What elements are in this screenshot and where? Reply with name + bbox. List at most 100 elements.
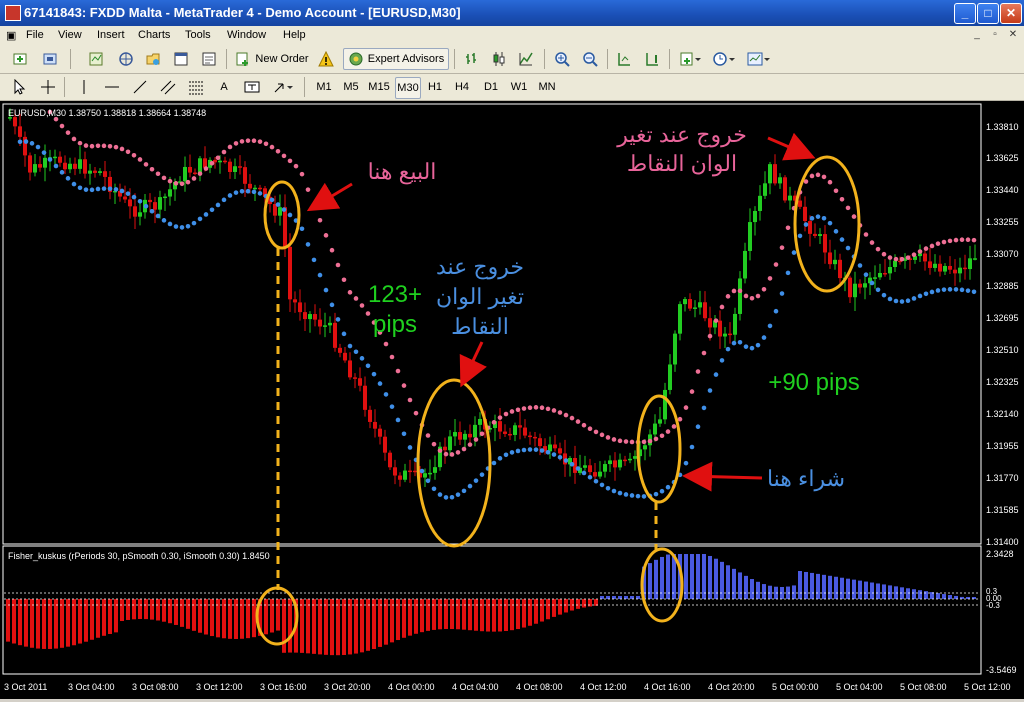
text-label-icon[interactable] [242, 77, 262, 97]
text-tool[interactable]: A [214, 77, 234, 97]
zoom-out-icon[interactable] [580, 49, 600, 69]
templates-icon[interactable] [744, 49, 774, 69]
candle-body [643, 445, 647, 450]
equidistant-channel-icon[interactable] [158, 77, 178, 97]
candle-body [808, 221, 812, 234]
indicator-dot [779, 291, 785, 296]
candle-body [758, 195, 762, 211]
expert-advisors-button[interactable]: Expert Advisors [343, 48, 449, 70]
histogram-bar [288, 599, 292, 653]
data-window-icon[interactable] [116, 49, 136, 69]
candle-body [458, 432, 462, 440]
histogram-bar [126, 599, 130, 620]
candle-body [433, 467, 437, 473]
menu-help[interactable]: Help [283, 29, 306, 41]
indicator-dot [845, 245, 851, 251]
menu-file[interactable]: File [26, 29, 44, 41]
histogram-bar [198, 599, 202, 633]
menu-view[interactable]: View [58, 29, 82, 41]
time-label: 3 Oct 04:00 [68, 682, 115, 692]
crosshair-icon[interactable] [38, 77, 58, 97]
timeframe-m5[interactable]: M5 [339, 77, 363, 97]
indicator-dot [947, 287, 953, 292]
new-chart-icon[interactable] [8, 49, 34, 69]
terminal-icon[interactable] [171, 49, 191, 69]
candlestick-chart-icon[interactable] [489, 49, 509, 69]
candle-body [893, 260, 897, 268]
indicator-dot [737, 288, 743, 294]
indicator-dot [281, 207, 287, 212]
maximize-button[interactable]: □ [977, 3, 999, 24]
timeframe-mn[interactable]: MN [535, 77, 559, 97]
indicator-dot [761, 286, 767, 292]
vertical-line-icon[interactable] [74, 77, 94, 97]
doc-close-button[interactable]: ✕ [1006, 28, 1020, 41]
autoscroll-icon[interactable] [642, 49, 662, 69]
periods-icon[interactable] [709, 49, 739, 69]
menu-window[interactable]: Window [227, 29, 266, 41]
bar-chart-icon[interactable] [462, 49, 482, 69]
toolbar-separator [304, 77, 305, 97]
price-chart[interactable]: EURUSD,M30 1.38750 1.38818 1.38664 1.387… [0, 101, 1024, 699]
chart-window[interactable]: EURUSD,M30 1.38750 1.38818 1.38664 1.387… [0, 101, 1024, 699]
indicator-dot [719, 358, 725, 363]
candle-body [183, 166, 187, 182]
indicator-dot [647, 438, 653, 444]
doc-restore-button[interactable]: ▫ [988, 28, 1002, 41]
timeframe-m1[interactable]: M1 [312, 77, 336, 97]
indicator-dot [491, 420, 497, 425]
indicator-dot [929, 243, 935, 249]
histogram-bar [204, 599, 208, 635]
timeframe-w1[interactable]: W1 [507, 77, 531, 97]
market-watch-icon[interactable] [86, 49, 106, 69]
arrows-icon[interactable] [270, 77, 296, 97]
histogram-bar [282, 599, 286, 653]
document-icon: ▣ [6, 30, 17, 42]
indicator-dot [893, 256, 899, 262]
warning-icon[interactable] [316, 49, 336, 69]
chart-shift-icon[interactable] [614, 49, 634, 69]
indicator-dot [551, 452, 557, 457]
close-button[interactable]: ✕ [1000, 3, 1022, 24]
candle-body [923, 253, 927, 262]
menu-tools[interactable]: Tools [185, 29, 211, 41]
indicator-dot [869, 280, 875, 286]
profiles-icon[interactable] [38, 49, 64, 69]
indicator-dot [665, 484, 671, 490]
indicator-dot [785, 225, 791, 231]
horizontal-line-icon[interactable] [102, 77, 122, 97]
new-order-button[interactable]: New Order [233, 49, 311, 69]
histogram-bar [750, 579, 754, 599]
timeframe-h4[interactable]: H4 [450, 77, 474, 97]
zoom-in-icon[interactable] [552, 49, 572, 69]
timeframe-h1[interactable]: H1 [423, 77, 447, 97]
candle-body [763, 183, 767, 196]
indicator-dot [707, 388, 713, 393]
menu-insert[interactable]: Insert [97, 29, 125, 41]
fibonacci-icon[interactable] [186, 77, 206, 97]
indicator-dot [527, 405, 533, 410]
line-chart-icon[interactable] [516, 49, 536, 69]
timeframe-m15[interactable]: M15 [366, 77, 392, 97]
timeframe-d1[interactable]: D1 [479, 77, 503, 97]
price-label: 1.33810 [986, 122, 1019, 132]
indicator-dot [59, 123, 65, 129]
cursor-icon[interactable] [10, 77, 30, 97]
doc-minimize-button[interactable]: _ [970, 28, 984, 41]
indicator-dot [245, 138, 251, 143]
indicators-icon[interactable] [676, 49, 704, 69]
timeframe-m30[interactable]: M30 [395, 77, 421, 99]
indicator-dot [233, 141, 239, 146]
candle-body [873, 277, 877, 279]
navigator-icon[interactable] [143, 49, 163, 69]
histogram-bar [72, 599, 76, 646]
indicator-dot [629, 439, 635, 445]
histogram-bar [558, 599, 562, 615]
histogram-bar [546, 599, 550, 620]
trendline-icon[interactable] [130, 77, 150, 97]
indicator-dot [221, 197, 227, 203]
indicator-dot [149, 208, 155, 214]
minimize-button[interactable]: _ [954, 3, 976, 24]
menu-charts[interactable]: Charts [138, 29, 170, 41]
strategy-tester-icon[interactable] [199, 49, 219, 69]
